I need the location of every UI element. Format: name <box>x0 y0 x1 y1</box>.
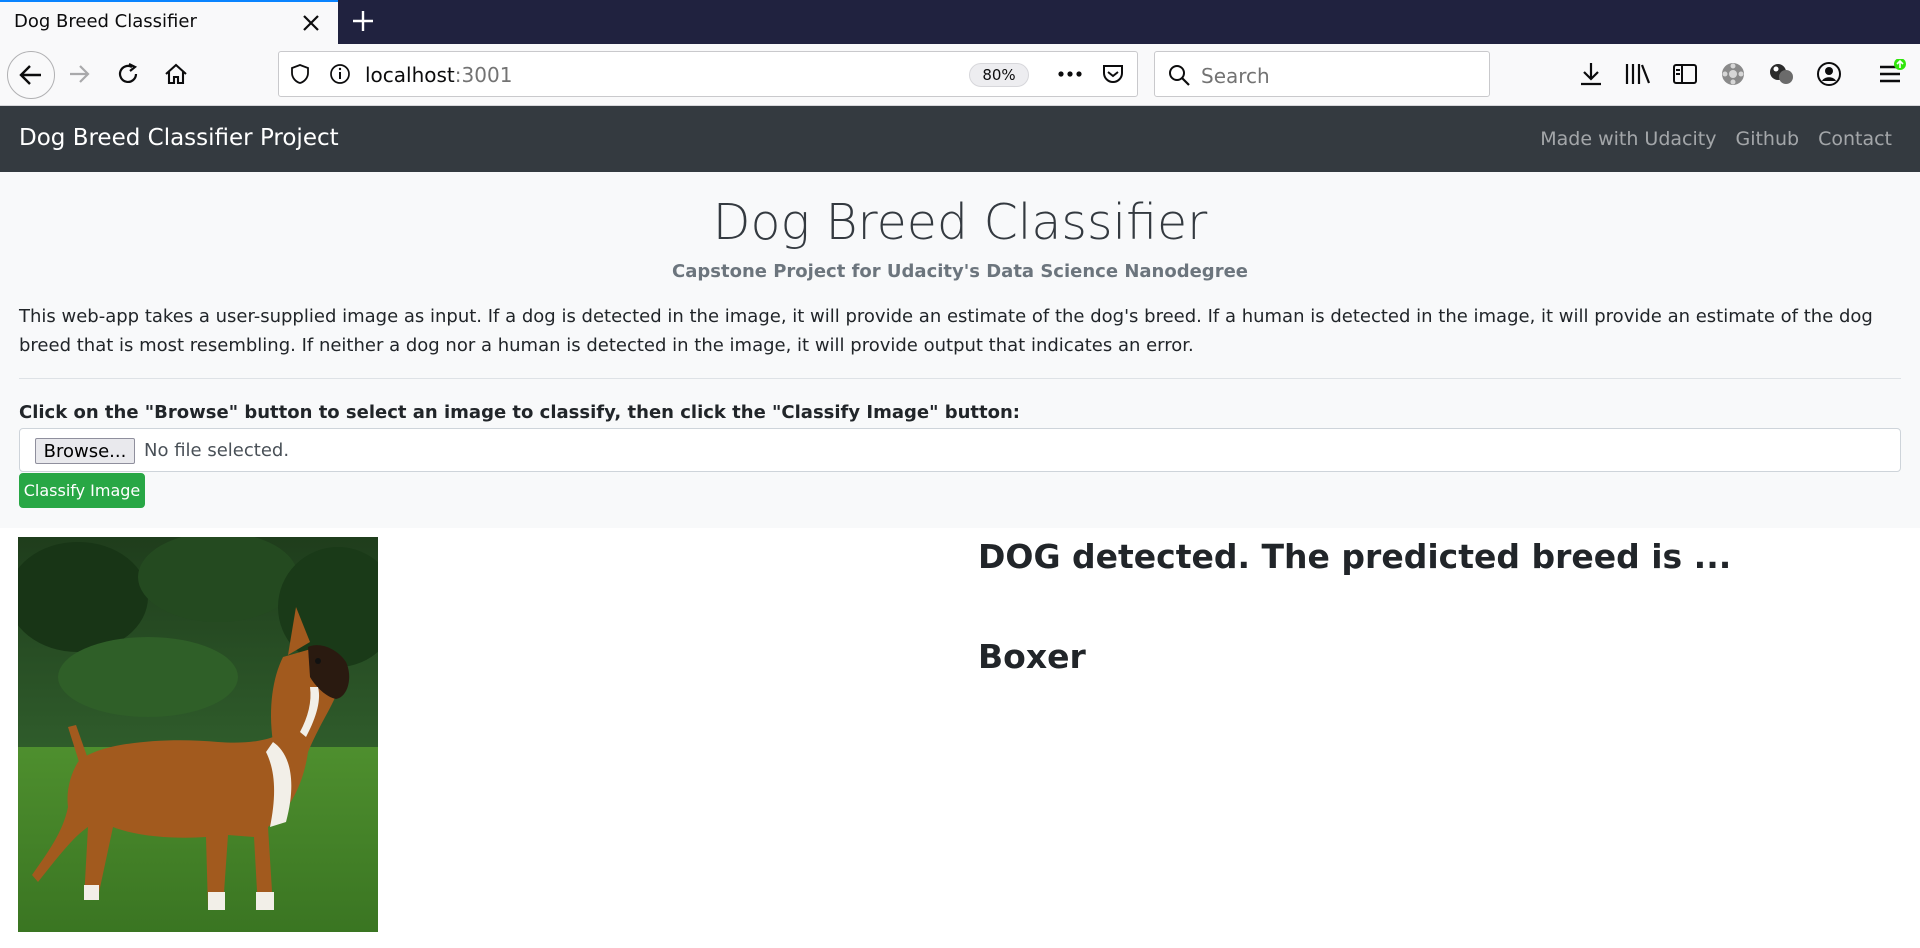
download-icon[interactable] <box>1576 59 1606 89</box>
search-input[interactable]: Search <box>1201 64 1270 88</box>
tab-title: Dog Breed Classifier <box>14 11 197 32</box>
sidebar-icon[interactable] <box>1670 59 1700 89</box>
page-title: Dog Breed Classifier <box>712 194 1208 251</box>
extension-icon[interactable] <box>1766 59 1796 89</box>
browser-toolbar: localhost:3001 80% Search <box>0 44 1920 106</box>
search-icon <box>1167 63 1191 91</box>
menu-icon[interactable] <box>1876 58 1906 89</box>
site-navbar: Dog Breed Classifier Project Made with U… <box>0 106 1920 172</box>
url-bar[interactable]: localhost:3001 80% <box>278 51 1138 97</box>
page-description: This web-app takes a user-supplied image… <box>19 306 1873 356</box>
navbar-brand[interactable]: Dog Breed Classifier Project <box>19 125 339 151</box>
classify-button[interactable]: Classify Image <box>19 473 145 508</box>
more-icon[interactable] <box>1057 64 1083 88</box>
zoom-badge[interactable]: 80% <box>969 63 1029 87</box>
library-icon[interactable] <box>1622 59 1652 89</box>
info-icon[interactable] <box>329 63 351 89</box>
upload-instruction: Click on the "Browse" button to select a… <box>19 402 1020 423</box>
close-icon[interactable] <box>300 12 322 34</box>
navbar-links: Made with Udacity Github Contact <box>1540 128 1892 150</box>
extension-icon[interactable] <box>1718 59 1748 89</box>
file-input[interactable]: Browse... No file selected. <box>19 428 1901 472</box>
shield-icon[interactable] <box>289 63 311 89</box>
file-status: No file selected. <box>144 440 290 461</box>
url-port: :3001 <box>454 63 513 87</box>
page-subtitle: Capstone Project for Udacity's Data Scie… <box>672 261 1248 282</box>
divider <box>19 378 1901 379</box>
url-host: localhost <box>365 63 455 87</box>
browse-button[interactable]: Browse... <box>35 438 135 464</box>
forward-arrow-icon[interactable] <box>58 52 102 96</box>
back-arrow-icon[interactable] <box>7 51 55 99</box>
nav-link-github[interactable]: Github <box>1735 128 1799 150</box>
browser-tab-bar: Dog Breed Classifier <box>0 0 1920 44</box>
predicted-breed: Boxer <box>978 637 1086 676</box>
dog-image <box>18 537 378 932</box>
search-bar[interactable]: Search <box>1154 51 1490 97</box>
account-icon[interactable] <box>1814 59 1844 89</box>
jumbotron: Dog Breed Classifier Capstone Project fo… <box>0 172 1920 528</box>
home-icon[interactable] <box>154 52 198 96</box>
plus-icon[interactable] <box>350 8 376 34</box>
reload-icon[interactable] <box>106 52 150 96</box>
pocket-icon[interactable] <box>1101 63 1125 89</box>
nav-link-udacity[interactable]: Made with Udacity <box>1540 128 1716 150</box>
url-text: localhost:3001 <box>365 63 512 87</box>
nav-link-contact[interactable]: Contact <box>1818 128 1892 150</box>
result-heading: DOG detected. The predicted breed is ... <box>978 537 1732 576</box>
browser-tab[interactable]: Dog Breed Classifier <box>0 0 338 44</box>
